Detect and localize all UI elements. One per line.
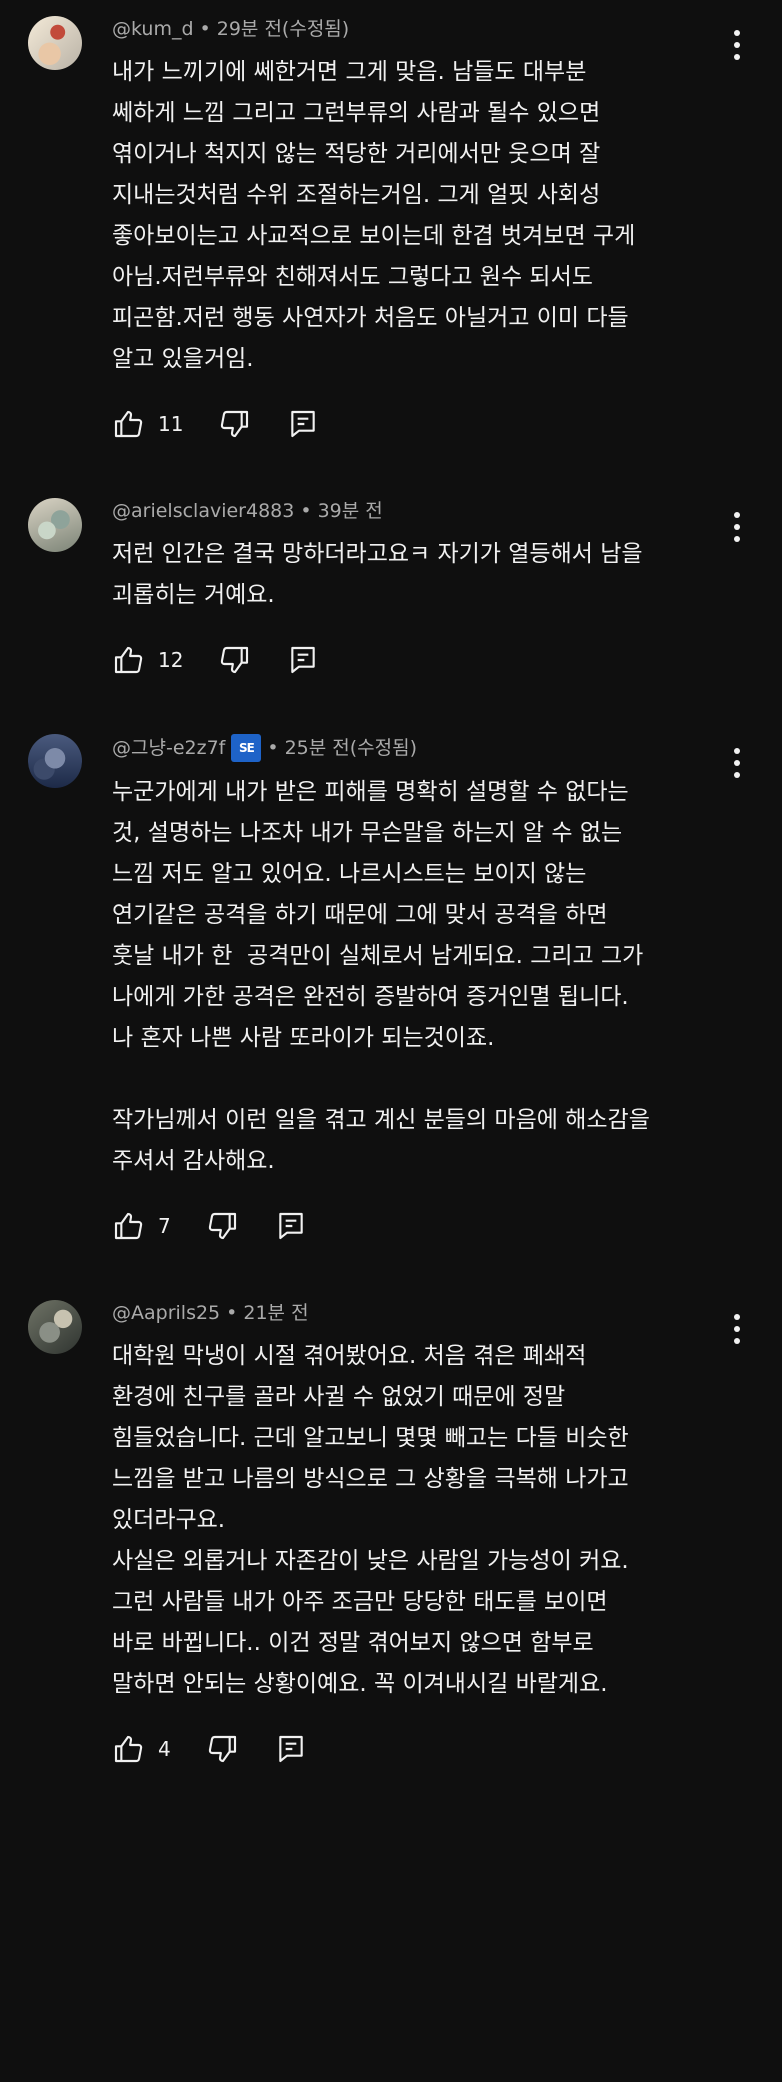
meta-separator: • xyxy=(226,1302,238,1324)
like-count: 7 xyxy=(158,1214,171,1238)
comment-text: 누군가에게 내가 받은 피해를 명확히 설명할 수 없다는 것, 설명하는 나조… xyxy=(112,779,650,1174)
thumb-up-icon xyxy=(114,646,143,674)
comment-author[interactable]: @Aaprils25 xyxy=(112,1300,220,1326)
more-vertical-icon xyxy=(734,1314,740,1320)
comment-actions: 11 xyxy=(112,402,704,446)
comment-actions: 7 xyxy=(112,1204,704,1248)
dislike-button[interactable] xyxy=(207,1733,239,1765)
avatar[interactable] xyxy=(28,16,82,70)
avatar[interactable] xyxy=(28,498,82,552)
thumb-down-icon xyxy=(208,1212,236,1240)
thumb-up-icon xyxy=(114,410,143,438)
comment-actions: 4 xyxy=(112,1727,704,1771)
comment-text: 내가 느끼기에 쎄한거면 그게 맞음. 남들도 대부분 쎄하게 느낌 그리고 그… xyxy=(112,59,636,372)
comment-meta: @kum_d • 29분 전(수정됨) xyxy=(112,16,704,42)
like-count: 12 xyxy=(158,648,184,672)
comment-text: 저런 인간은 결국 망하더라고요ㅋ 자기가 열등해서 남을 괴롭히는 거예요. xyxy=(112,541,643,608)
member-badge: SE xyxy=(231,734,262,762)
comment-time[interactable]: 39분 전 xyxy=(318,498,383,524)
more-options-button[interactable] xyxy=(734,748,742,778)
meta-separator: • xyxy=(267,737,279,759)
thumb-up-icon xyxy=(114,1735,143,1763)
comment-time[interactable]: 25분 전(수정됨) xyxy=(285,735,417,761)
comment: @kum_d • 29분 전(수정됨) 내가 느끼기에 쎄한거면 그게 맞음. … xyxy=(0,0,782,446)
dislike-button[interactable] xyxy=(207,1210,239,1242)
comment-time[interactable]: 21분 전 xyxy=(243,1300,308,1326)
comment-actions: 12 xyxy=(112,638,704,682)
thumb-up-icon xyxy=(114,1212,143,1240)
reply-comment-icon xyxy=(279,1735,303,1763)
comment-author[interactable]: @kum_d xyxy=(112,16,194,42)
reply-comment-icon xyxy=(291,410,316,438)
more-vertical-icon xyxy=(734,30,740,36)
comment-meta: @그냥-e2z7f SE • 25분 전(수정됨) xyxy=(112,734,704,762)
thumb-down-icon xyxy=(221,646,249,674)
comment: @Aaprils25 • 21분 전 대학원 막냉이 시절 겪어봤어요. 처음 … xyxy=(0,1248,782,1771)
like-button[interactable]: 4 xyxy=(112,1733,171,1765)
thumb-down-icon xyxy=(208,1735,236,1763)
reply-button[interactable] xyxy=(287,408,319,440)
reply-button[interactable] xyxy=(275,1210,307,1242)
like-count: 11 xyxy=(158,412,184,436)
dislike-button[interactable] xyxy=(219,644,251,676)
comment: @그냥-e2z7f SE • 25분 전(수정됨) 누군가에게 내가 받은 피해… xyxy=(0,682,782,1248)
like-count: 4 xyxy=(158,1737,171,1761)
comment-author[interactable]: @arielsclavier4883 xyxy=(112,498,294,524)
comment-meta: @arielsclavier4883 • 39분 전 xyxy=(112,498,704,524)
like-button[interactable]: 12 xyxy=(112,644,183,676)
more-options-button[interactable] xyxy=(734,30,742,60)
more-vertical-icon xyxy=(734,512,740,518)
reply-comment-icon xyxy=(279,1212,303,1240)
reply-comment-icon xyxy=(291,646,316,674)
more-vertical-icon xyxy=(734,748,740,754)
reply-button[interactable] xyxy=(287,644,319,676)
like-button[interactable]: 11 xyxy=(112,408,183,440)
meta-separator: • xyxy=(300,500,312,522)
thumb-down-icon xyxy=(221,410,249,438)
comment: @arielsclavier4883 • 39분 전 저런 인간은 결국 망하더… xyxy=(0,446,782,682)
more-options-button[interactable] xyxy=(734,1314,742,1344)
comment-author[interactable]: @그냥-e2z7f xyxy=(112,735,225,761)
reply-button[interactable] xyxy=(275,1733,307,1765)
comment-meta: @Aaprils25 • 21분 전 xyxy=(112,1300,704,1326)
like-button[interactable]: 7 xyxy=(112,1210,171,1242)
dislike-button[interactable] xyxy=(219,408,251,440)
meta-separator: • xyxy=(199,18,211,40)
avatar[interactable] xyxy=(28,1300,82,1354)
comment-time[interactable]: 29분 전(수정됨) xyxy=(217,16,349,42)
comment-text: 대학원 막냉이 시절 겪어봤어요. 처음 겪은 폐쇄적 환경에 친구를 골라 사… xyxy=(112,1343,629,1697)
more-options-button[interactable] xyxy=(734,512,742,542)
avatar[interactable] xyxy=(28,734,82,788)
